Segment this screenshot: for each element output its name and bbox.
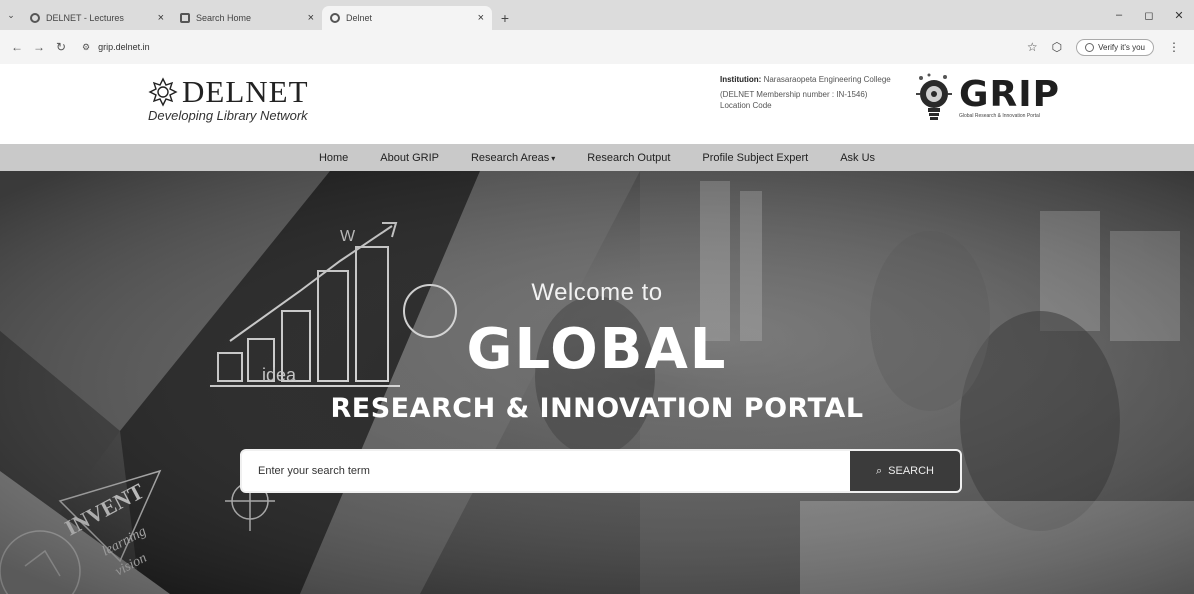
window-controls: – ◻ ✕ — [1104, 0, 1194, 30]
nav-about-grip[interactable]: About GRIP — [380, 152, 439, 164]
institution-info: Institution: Narasaraopeta Engineering C… — [720, 74, 910, 111]
nav-research-areas[interactable]: Research Areas ▾ — [471, 152, 555, 164]
tab-favicon-icon — [330, 13, 340, 23]
membership-text: (DELNET Membership number : IN-1546) — [720, 90, 868, 99]
grip-logo[interactable]: GRIP Global Research & Innovation Portal — [915, 72, 1060, 124]
tab-close-icon[interactable]: × — [478, 12, 484, 24]
verify-profile-button[interactable]: Verify it's you — [1076, 38, 1154, 56]
search-icon: ⌕ — [875, 464, 883, 477]
minimize-icon[interactable]: – — [1104, 9, 1134, 21]
reload-icon[interactable]: ↻ — [50, 40, 72, 54]
hero-background-collage: INVENT learning vision idea W — [0, 171, 1194, 594]
browser-tabstrip: ⌄ DELNET - Lectures × Search Home × Deln… — [0, 0, 1194, 30]
close-window-icon[interactable]: ✕ — [1164, 9, 1194, 22]
delnet-name: DELNET — [182, 74, 309, 109]
profile-icon — [1085, 42, 1095, 52]
browser-toolbar: ← → ↻ ⚙ grip.delnet.in ☆ ⬡ Verify it's y… — [0, 30, 1194, 64]
nav-profile-subject-expert[interactable]: Profile Subject Expert — [702, 152, 808, 164]
chevron-down-icon: ▾ — [551, 153, 556, 163]
browser-tab-2[interactable]: Search Home × — [172, 6, 322, 30]
grip-subtitle: Global Research & Innovation Portal — [959, 113, 1040, 119]
tab-title: Delnet — [346, 13, 373, 23]
delnet-emblem-icon — [148, 77, 178, 107]
delnet-tagline: Developing Library Network — [148, 108, 308, 123]
tab-favicon-icon — [180, 13, 190, 23]
tab-list-icon[interactable]: ⌄ — [0, 0, 22, 30]
delnet-logo[interactable]: DELNET Developing Library Network — [148, 74, 309, 123]
nav-research-areas-label: Research Areas — [470, 151, 550, 164]
grip-wordmark: GRIP — [959, 74, 1061, 115]
nav-ask-us[interactable]: Ask Us — [840, 152, 875, 164]
more-menu-icon[interactable]: ⋮ — [1168, 40, 1180, 54]
bookmark-star-icon[interactable]: ☆ — [1027, 40, 1038, 54]
new-tab-icon[interactable]: + — [492, 6, 518, 30]
main-nav: Home About GRIP Research Areas ▾ Research… — [0, 144, 1194, 171]
browser-tab-1[interactable]: DELNET - Lectures × — [22, 6, 172, 30]
search-bar: ⌕ SEARCH — [240, 449, 962, 493]
forward-icon[interactable]: → — [28, 40, 50, 54]
nav-research-output[interactable]: Research Output — [587, 152, 670, 164]
institution-value: Narasaraopeta Engineering College — [763, 75, 891, 84]
tab-title: DELNET - Lectures — [46, 13, 124, 23]
institution-label: Institution: — [720, 75, 762, 84]
url-text: grip.delnet.in — [98, 42, 150, 52]
hero-banner: INVENT learning vision idea W Welcome to… — [0, 171, 1194, 594]
address-bar[interactable]: ⚙ grip.delnet.in — [72, 35, 1027, 59]
search-button-label: SEARCH — [888, 465, 934, 477]
restore-icon[interactable]: ◻ — [1134, 9, 1164, 22]
search-button[interactable]: ⌕ SEARCH — [850, 451, 960, 491]
site-header: DELNET Developing Library Network Instit… — [0, 64, 1194, 144]
site-info-icon[interactable]: ⚙ — [82, 42, 90, 53]
hero-welcome-text: Welcome to — [531, 279, 663, 306]
tab-favicon-icon — [30, 13, 40, 23]
nav-home[interactable]: Home — [319, 152, 348, 164]
browser-tab-3[interactable]: Delnet × — [322, 6, 492, 30]
tab-close-icon[interactable]: × — [308, 12, 314, 24]
tab-title: Search Home — [196, 13, 252, 23]
tab-close-icon[interactable]: × — [158, 12, 164, 24]
hero-title: GLOBAL — [466, 317, 728, 382]
verify-label: Verify it's you — [1098, 42, 1145, 52]
search-input[interactable] — [242, 451, 850, 491]
extensions-icon[interactable]: ⬡ — [1052, 40, 1062, 54]
location-code: Location Code — [720, 101, 772, 110]
grip-bulb-icon — [916, 73, 952, 120]
hero-subtitle: RESEARCH & INNOVATION PORTAL — [330, 393, 864, 424]
back-icon[interactable]: ← — [6, 40, 28, 54]
